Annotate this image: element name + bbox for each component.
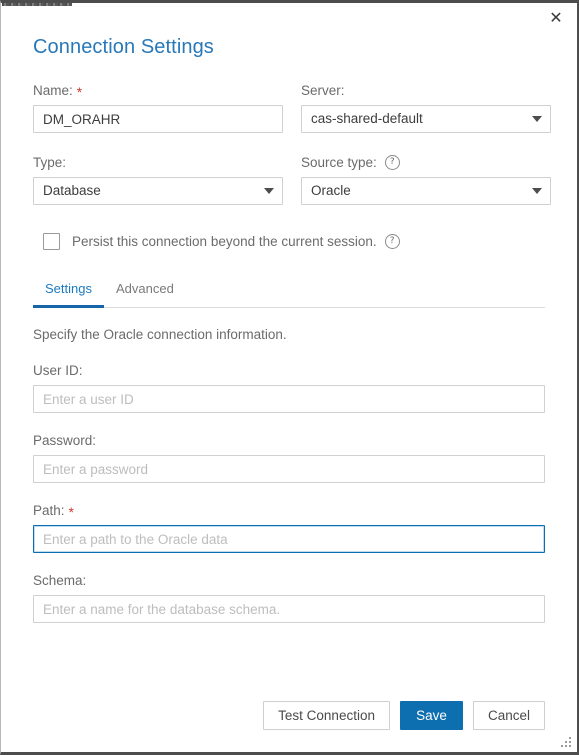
server-select-value[interactable]: cas-shared-default — [301, 105, 551, 133]
source-type-label: Source type: ? — [301, 155, 551, 170]
tab-advanced[interactable]: Advanced — [104, 281, 186, 308]
path-input[interactable] — [33, 525, 545, 553]
close-icon[interactable]: ✕ — [547, 9, 565, 27]
type-field-group: Type: Database — [33, 155, 283, 205]
type-sourcetype-row: Type: Database Source type: ? Oracle — [1, 155, 577, 205]
server-label-text: Server: — [301, 83, 345, 98]
server-field-group: Server: cas-shared-default — [301, 83, 551, 133]
user-id-field-group: User ID: — [1, 363, 577, 413]
name-input[interactable] — [33, 105, 283, 133]
help-icon[interactable]: ? — [384, 155, 400, 170]
schema-label-text: Schema: — [33, 573, 87, 588]
dialog-body: Name: * Server: cas-shared-default Type: — [1, 83, 577, 623]
source-type-label-text: Source type: — [301, 155, 377, 170]
path-required-asterisk: * — [68, 503, 74, 520]
password-label: Password: — [33, 433, 545, 448]
source-type-field-group: Source type: ? Oracle — [301, 155, 551, 205]
save-button[interactable]: Save — [399, 701, 463, 730]
test-connection-button[interactable]: Test Connection — [263, 701, 390, 730]
type-select[interactable]: Database — [33, 177, 283, 205]
page-title: Connection Settings — [33, 36, 214, 58]
user-id-label: User ID: — [33, 363, 545, 378]
user-id-input[interactable] — [33, 385, 545, 413]
settings-description: Specify the Oracle connection informatio… — [33, 327, 287, 342]
server-label: Server: — [301, 83, 551, 98]
tab-settings[interactable]: Settings — [33, 281, 104, 308]
name-server-row: Name: * Server: cas-shared-default — [1, 83, 577, 133]
password-field-group: Password: — [1, 433, 577, 483]
name-field-group: Name: * — [33, 83, 283, 133]
schema-field-group: Schema: — [1, 573, 577, 623]
schema-input[interactable] — [33, 595, 545, 623]
dialog-titlebar: ✕ — [1, 3, 577, 33]
persist-connection-row: Persist this connection beyond the curre… — [1, 233, 577, 250]
dialog-footer: Test Connection Save Cancel — [1, 701, 577, 730]
name-label-text: Name: — [33, 83, 73, 98]
name-required-asterisk: * — [76, 83, 83, 100]
password-label-text: Password: — [33, 433, 97, 448]
name-label: Name: * — [33, 83, 283, 100]
persist-connection-label: Persist this connection beyond the curre… — [72, 234, 377, 249]
type-label-text: Type: — [33, 155, 67, 170]
settings-tabs: Settings Advanced — [33, 280, 545, 308]
user-id-label-text: User ID: — [33, 363, 83, 378]
path-label: Path: * — [33, 503, 545, 520]
schema-label: Schema: — [33, 573, 545, 588]
server-select[interactable]: cas-shared-default — [301, 105, 551, 133]
source-type-select-value[interactable]: Oracle — [301, 177, 551, 205]
path-field-group: Path: * — [1, 503, 577, 553]
password-input[interactable] — [33, 455, 545, 483]
row-spacer — [1, 133, 577, 155]
type-label: Type: — [33, 155, 283, 170]
persist-connection-checkbox[interactable] — [43, 233, 60, 250]
resize-grip[interactable] — [561, 737, 571, 747]
source-type-select[interactable]: Oracle — [301, 177, 551, 205]
connection-settings-dialog: ✕ Connection Settings Name: * Server: ca… — [0, 0, 579, 755]
type-select-value[interactable]: Database — [33, 177, 283, 205]
cancel-button[interactable]: Cancel — [472, 701, 545, 730]
path-label-text: Path: — [33, 503, 65, 518]
help-icon[interactable]: ? — [384, 234, 400, 249]
